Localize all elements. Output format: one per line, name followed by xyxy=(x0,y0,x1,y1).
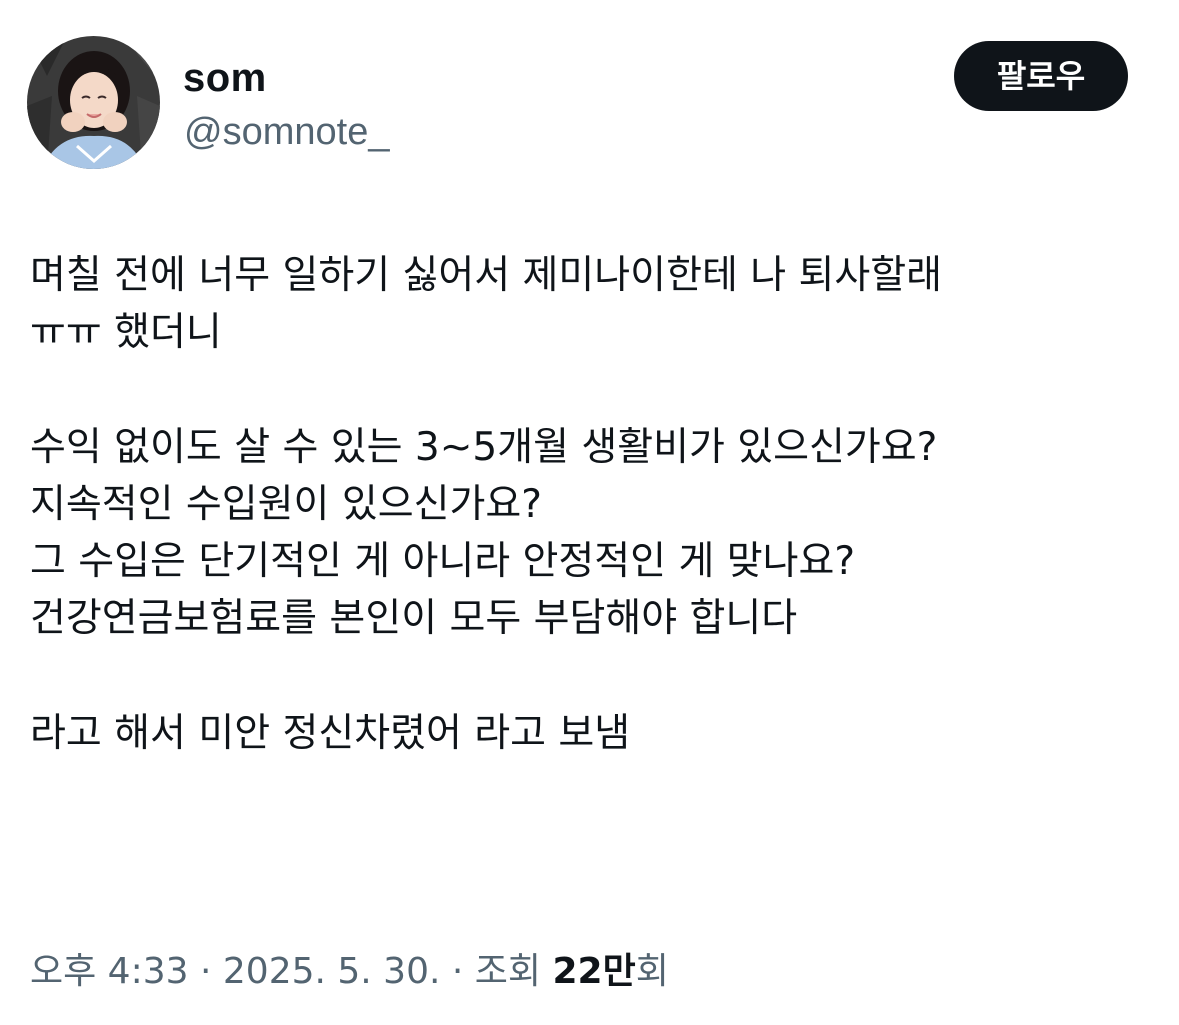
views-suffix: 회 xyxy=(635,951,669,992)
tweet-line: 지속적인 수입원이 있으신가요? xyxy=(30,482,542,527)
meta-separator: · xyxy=(199,951,212,992)
profile-photo-avatar-icon xyxy=(27,36,160,169)
views-count[interactable]: 22만 xyxy=(553,951,636,992)
tweet-date[interactable]: 2025. 5. 30. xyxy=(223,951,441,992)
tweet-line: 라고 해서 미안 정신차렸어 라고 보냄 xyxy=(30,711,631,756)
meta-separator: · xyxy=(451,951,464,992)
author-display-name[interactable]: som xyxy=(183,54,267,102)
follow-button[interactable]: 팔로우 xyxy=(954,41,1128,111)
tweet-line: 수익 없이도 살 수 있는 3~5개월 생활비가 있으신가요? xyxy=(30,425,938,470)
tweet-text: 며칠 전에 너무 일하기 싫어서 제미나이한테 나 퇴사할래 ㅠㅠ 했더니 수익… xyxy=(30,247,1150,762)
tweet-meta: 오후 4:33 · 2025. 5. 30. · 조회 22만회 xyxy=(30,947,669,997)
views-label: 조회 xyxy=(474,951,542,992)
tweet-line: ㅠㅠ 했더니 xyxy=(30,310,222,355)
tweet-time[interactable]: 오후 4:33 xyxy=(30,951,189,992)
tweet-line: 며칠 전에 너무 일하기 싫어서 제미나이한테 나 퇴사할래 xyxy=(30,253,943,298)
tweet-line: 그 수입은 단기적인 게 아니라 안정적인 게 맞나요? xyxy=(30,539,856,584)
author-handle[interactable]: @somnote_ xyxy=(184,109,389,155)
tweet-line: 건강연금보험료를 본인이 모두 부담해야 합니다 xyxy=(30,596,798,641)
avatar[interactable] xyxy=(27,36,160,169)
